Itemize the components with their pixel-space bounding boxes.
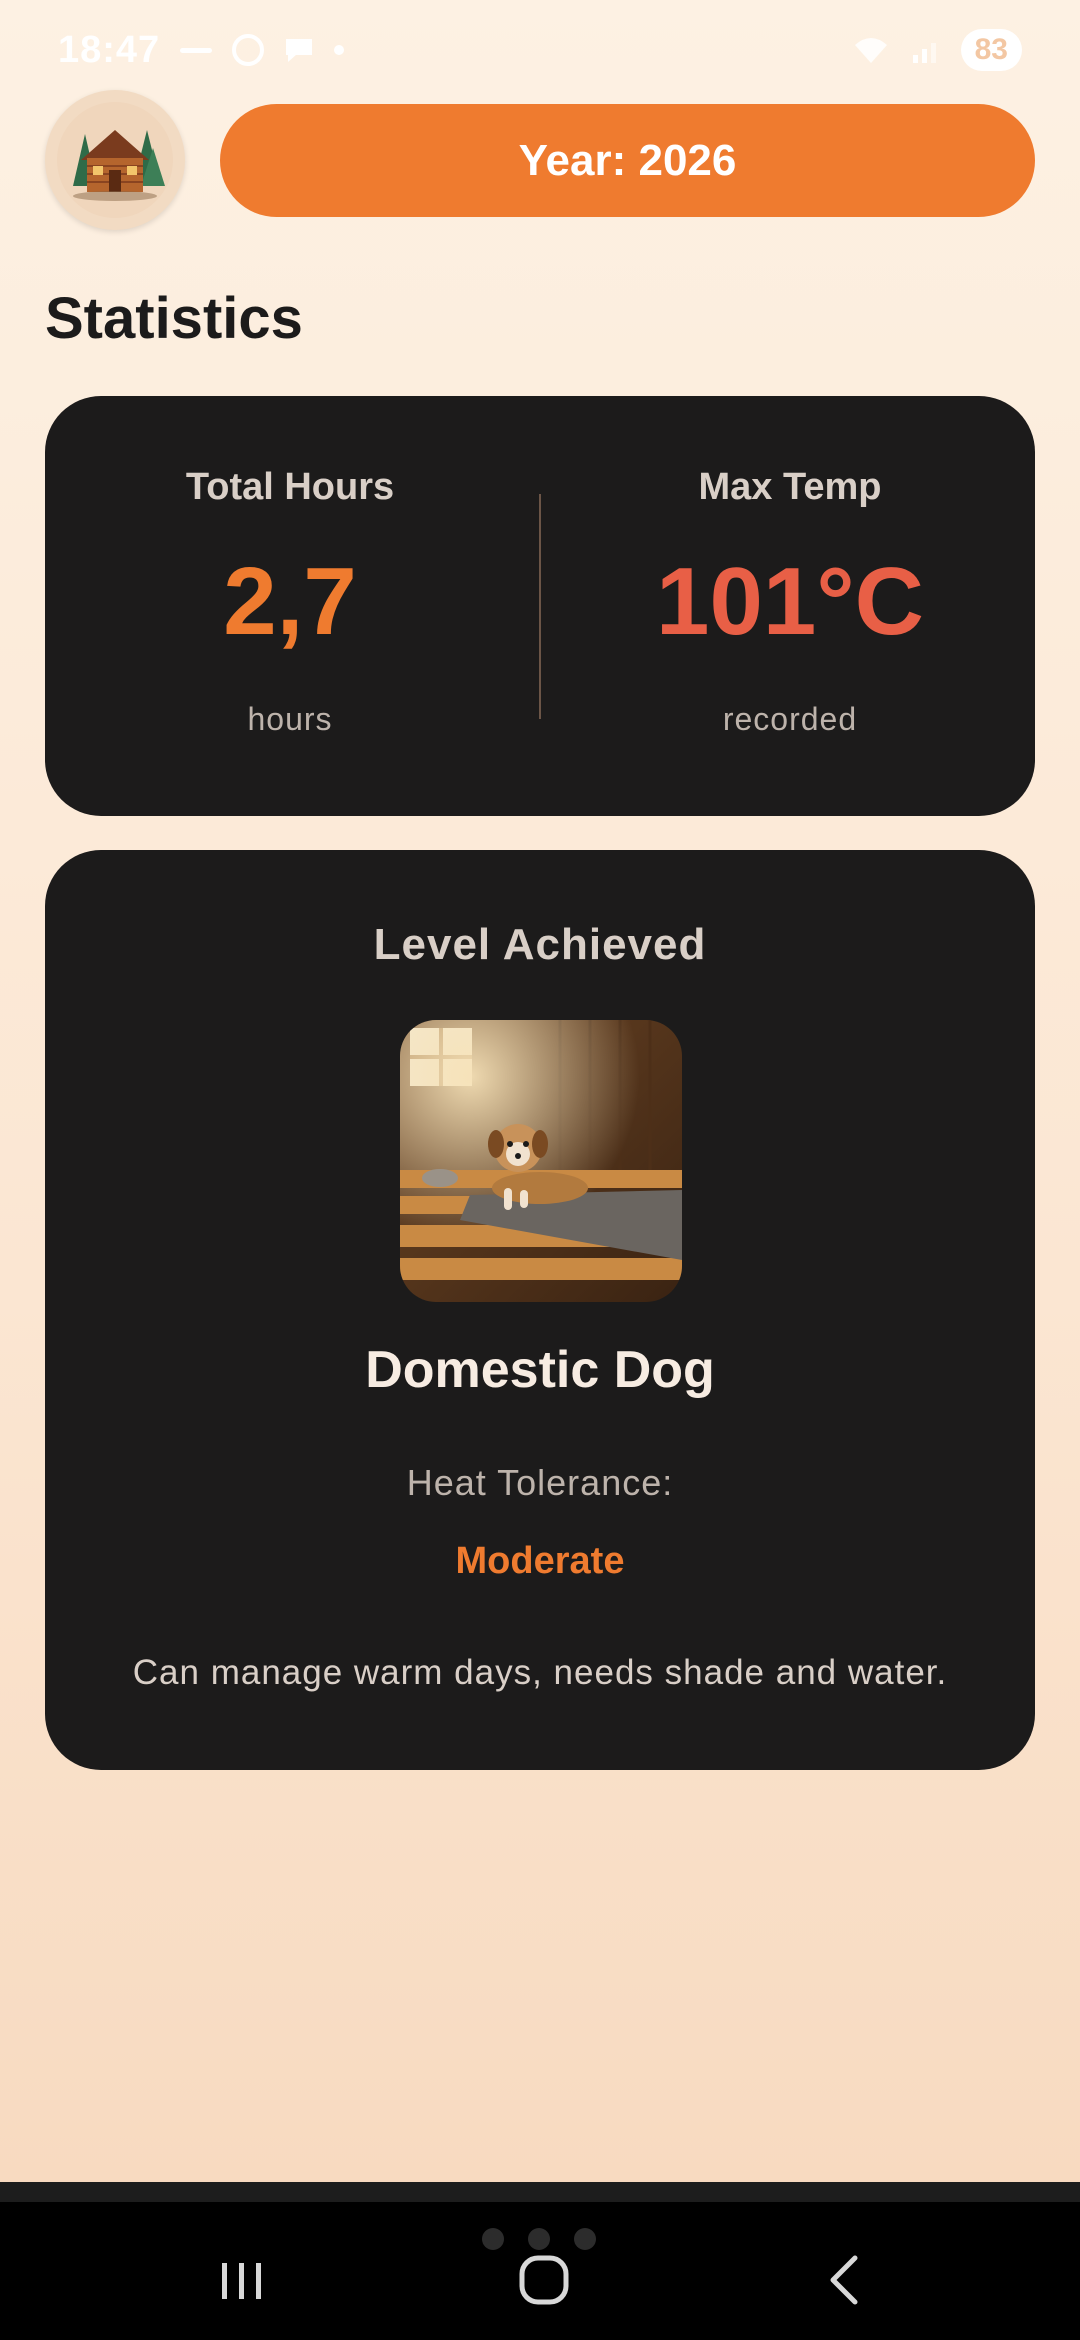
- back-icon: [830, 2255, 858, 2305]
- circle-icon: [232, 34, 265, 66]
- nav-bar-strip: [0, 2182, 1080, 2202]
- link-icon: [180, 48, 213, 53]
- status-time: 18:47: [58, 28, 161, 71]
- battery-icon: 83: [960, 29, 1022, 71]
- status-right: 83: [851, 29, 1022, 71]
- dog-in-sauna-image: [400, 1020, 682, 1302]
- avatar[interactable]: [45, 90, 185, 230]
- recent-apps-icon: [222, 2263, 261, 2299]
- level-name: Domestic Dog: [365, 1341, 715, 1399]
- recent-apps-button[interactable]: [192, 2240, 292, 2320]
- max-temp-value: 101°C: [656, 548, 924, 655]
- total-hours-stat: Total Hours 2,7 hours: [45, 396, 535, 816]
- level-title: Level Achieved: [373, 920, 707, 969]
- stats-card: Total Hours 2,7 hours Max Temp 101°C rec…: [45, 396, 1035, 816]
- heat-tolerance-label: Heat Tolerance:: [406, 1462, 674, 1503]
- stats-divider: [539, 494, 541, 719]
- wifi-icon: [854, 38, 887, 63]
- dot-icon: [334, 45, 345, 55]
- total-hours-label: Total Hours: [185, 466, 395, 508]
- max-temp-unit: recorded: [722, 701, 858, 737]
- level-card: Level Achieved Domestic Dog Heat Toleran…: [45, 850, 1035, 1770]
- total-hours-unit: hours: [247, 701, 333, 737]
- chat-bubble-icon: [286, 39, 313, 62]
- year-selector-button[interactable]: Year: 2026: [220, 104, 1035, 217]
- back-button[interactable]: [795, 2240, 895, 2320]
- heat-tolerance-value: Moderate: [455, 1540, 625, 1582]
- page-title: Statistics: [45, 286, 303, 351]
- signal-icon: [912, 43, 936, 63]
- log-cabin-icon: [57, 102, 173, 218]
- status-left: 18:47: [58, 29, 346, 72]
- max-temp-label: Max Temp: [698, 466, 882, 508]
- status-bar: 18:47 83: [0, 0, 1080, 100]
- home-button[interactable]: [494, 2240, 594, 2320]
- level-description: Can manage warm days, needs shade and wa…: [132, 1653, 948, 1692]
- max-temp-stat: Max Temp 101°C recorded: [545, 396, 1035, 816]
- total-hours-value: 2,7: [223, 548, 357, 655]
- notification-icons: [178, 32, 346, 68]
- home-icon: [519, 2255, 569, 2305]
